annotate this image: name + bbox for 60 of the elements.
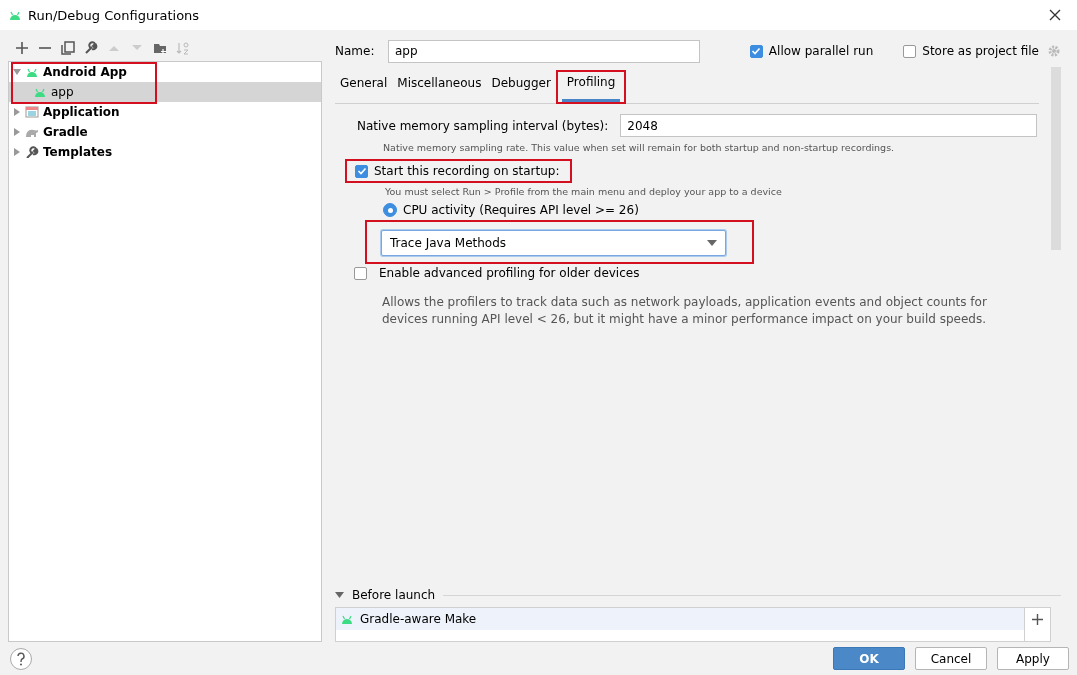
expand-arrow-icon[interactable] [13,68,21,76]
tree-item[interactable]: Android App [9,62,321,82]
dialog-button[interactable]: Cancel [915,647,987,670]
section-title: Before launch [352,588,436,602]
tree-label: Templates [43,145,113,159]
tab[interactable]: Debugger [486,73,556,103]
sort-icon[interactable] [176,41,190,55]
interval-field[interactable]: 2048 [620,114,1037,137]
settings-icon[interactable] [1047,44,1061,58]
checkbox-label: Store as project file [922,44,1039,58]
hint-text: You must select Run > Profile from the main menu and deploy your app to a device [384,185,783,197]
wrench-icon [25,146,39,158]
tree-item[interactable]: app [9,82,321,102]
android-icon [8,9,22,21]
tab[interactable]: Miscellaneous [392,73,487,103]
task-label: Gradle-aware Make [360,612,477,626]
copy-icon[interactable] [61,41,75,55]
folder-add-icon[interactable] [153,41,167,55]
description-text: Allows the profilers to track data such as network payloads, application events and object counts for devices running API level < 26, but it might have a minor performance impact on your build speeds. [381,294,988,328]
checkbox[interactable] [749,44,763,58]
tab[interactable]: General [335,73,393,103]
tree-label: app [51,85,74,99]
collapse-arrow-icon[interactable] [13,128,21,136]
checkbox[interactable] [903,44,917,58]
name-label: Name: [335,44,376,58]
add-icon[interactable] [15,41,29,55]
tree-item[interactable]: Gradle [9,122,321,142]
collapse-arrow-icon[interactable] [13,148,21,156]
android-icon [25,66,39,78]
help-button[interactable] [10,647,32,670]
android-icon [33,86,47,98]
name-field[interactable]: app [388,39,700,63]
tree-label: Application [43,105,120,119]
collapse-arrow-icon[interactable] [13,108,21,116]
dialog-button[interactable]: Apply [997,647,1069,670]
field-label: Native memory sampling interval (bytes): [357,118,609,133]
checkbox[interactable] [354,266,367,280]
tab[interactable]: Profiling [561,72,621,102]
wrench-icon[interactable] [84,41,98,55]
tree-label: Android App [43,65,127,79]
ok-button[interactable]: OK [833,647,905,670]
radio-label: CPU activity (Requires API level >= 26) [403,203,639,217]
add-icon [1032,614,1043,625]
tree-item[interactable]: Templates [9,142,321,162]
radio-button[interactable] [383,203,397,217]
caret-icon [707,240,717,246]
checkbox-label: Start this recording on startup: [374,164,560,178]
window-icon [25,106,39,118]
tree-label: Gradle [43,125,88,139]
dropdown[interactable]: Trace Java Methods [381,230,726,256]
expand-arrow-icon[interactable] [335,592,344,598]
hint-text: Native memory sampling rate. This value when set will remain for both startup and non-startup recordings. [382,141,896,153]
tree-item[interactable]: Application [9,102,321,122]
checkbox[interactable] [355,164,368,178]
checkbox-label: Allow parallel run [768,44,874,58]
help-icon [16,651,26,666]
checkbox-label: Enable advanced profiling for older devices [379,266,640,280]
window-title: Run/Debug Configurations [28,7,200,23]
android-icon [340,613,354,625]
close-icon[interactable] [1049,9,1061,21]
